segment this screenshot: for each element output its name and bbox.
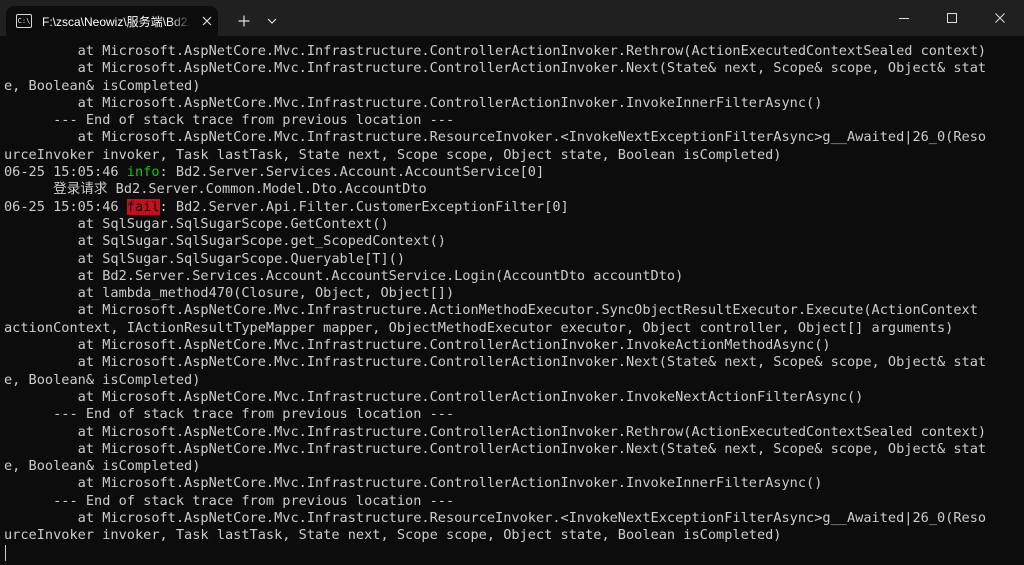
close-window-button[interactable] xyxy=(976,0,1024,36)
log-line: actionContext, IActionResultTypeMapper m… xyxy=(4,319,954,336)
log-line: at lambda_method470(Closure, Object, Obj… xyxy=(4,285,455,302)
log-timestamp: 06-25 15:05:46 xyxy=(4,164,127,181)
maximize-icon xyxy=(947,13,957,23)
log-line: --- End of stack trace from previous loc… xyxy=(4,112,455,129)
window-controls xyxy=(880,0,1024,36)
log-line: at SqlSugar.SqlSugarScope.GetContext() xyxy=(4,215,389,232)
log-line: e, Boolean& isCompleted) xyxy=(4,458,201,475)
log-line: at Microsoft.AspNetCore.Mvc.Infrastructu… xyxy=(4,94,823,111)
console-output[interactable]: at Microsoft.AspNetCore.Mvc.Infrastructu… xyxy=(4,43,1020,545)
log-line: --- End of stack trace from previous loc… xyxy=(4,406,455,423)
close-icon xyxy=(995,13,1005,23)
title-bar: C:\ F:\zsca\Neowiz\服务端\Bd2.Server xyxy=(0,0,1024,36)
terminal-tab[interactable]: C:\ F:\zsca\Neowiz\服务端\Bd2.Server xyxy=(6,6,218,36)
close-tab-button[interactable] xyxy=(198,12,216,30)
log-line: at Microsoft.AspNetCore.Mvc.Infrastructu… xyxy=(4,440,987,457)
terminal-icon: C:\ xyxy=(16,14,32,28)
minimize-button[interactable] xyxy=(880,0,928,36)
log-line: at Bd2.Server.Services.Account.AccountSe… xyxy=(4,267,684,284)
log-line: at SqlSugar.SqlSugarScope.Queryable[T]() xyxy=(4,250,406,267)
log-line: at Microsoft.AspNetCore.Mvc.Infrastructu… xyxy=(4,60,987,77)
log-line: at Microsoft.AspNetCore.Mvc.Infrastructu… xyxy=(4,388,864,405)
log-line: at SqlSugar.SqlSugarScope.get_ScopedCont… xyxy=(4,233,446,250)
tab-dropdown-button[interactable] xyxy=(258,6,286,36)
log-line: urceInvoker invoker, Task lastTask, Stat… xyxy=(4,527,782,544)
log-line: e, Boolean& isCompleted) xyxy=(4,371,201,388)
maximize-button[interactable] xyxy=(928,0,976,36)
plus-icon xyxy=(238,15,250,27)
text-cursor xyxy=(5,545,6,561)
log-line: urceInvoker invoker, Task lastTask, Stat… xyxy=(4,146,782,163)
log-timestamp: 06-25 15:05:46 xyxy=(4,198,127,215)
close-icon xyxy=(202,16,212,26)
log-line: e, Boolean& isCompleted) xyxy=(4,77,201,94)
log-level-info: info xyxy=(126,164,160,181)
log-line: at Microsoft.AspNetCore.Mvc.Infrastructu… xyxy=(4,510,987,527)
log-line: --- End of stack trace from previous loc… xyxy=(4,492,455,509)
log-level-fail: fail xyxy=(126,198,160,215)
tab-title: F:\zsca\Neowiz\服务端\Bd2.Server xyxy=(42,14,192,29)
chevron-down-icon xyxy=(267,18,277,24)
log-category: : Bd2.Server.Api.Filter.CustomerExceptio… xyxy=(159,198,569,215)
log-line: at Microsoft.AspNetCore.Mvc.Infrastructu… xyxy=(4,302,978,319)
new-tab-button[interactable] xyxy=(230,6,258,36)
log-line: at Microsoft.AspNetCore.Mvc.Infrastructu… xyxy=(4,129,987,146)
log-line: at Microsoft.AspNetCore.Mvc.Infrastructu… xyxy=(4,43,987,59)
log-line: at Microsoft.AspNetCore.Mvc.Infrastructu… xyxy=(4,475,823,492)
log-line: 06-25 15:05:46 info: Bd2.Server.Services… xyxy=(4,164,1020,181)
log-line: at Microsoft.AspNetCore.Mvc.Infrastructu… xyxy=(4,337,831,354)
log-line: at Microsoft.AspNetCore.Mvc.Infrastructu… xyxy=(4,354,987,371)
log-line: 06-25 15:05:46 fail: Bd2.Server.Api.Filt… xyxy=(4,198,1020,216)
log-category: : Bd2.Server.Services.Account.AccountSer… xyxy=(159,164,545,181)
log-line: at Microsoft.AspNetCore.Mvc.Infrastructu… xyxy=(4,423,987,440)
minimize-icon xyxy=(899,18,909,19)
log-line: 登录请求 Bd2.Server.Common.Model.Dto.Account… xyxy=(4,181,427,198)
